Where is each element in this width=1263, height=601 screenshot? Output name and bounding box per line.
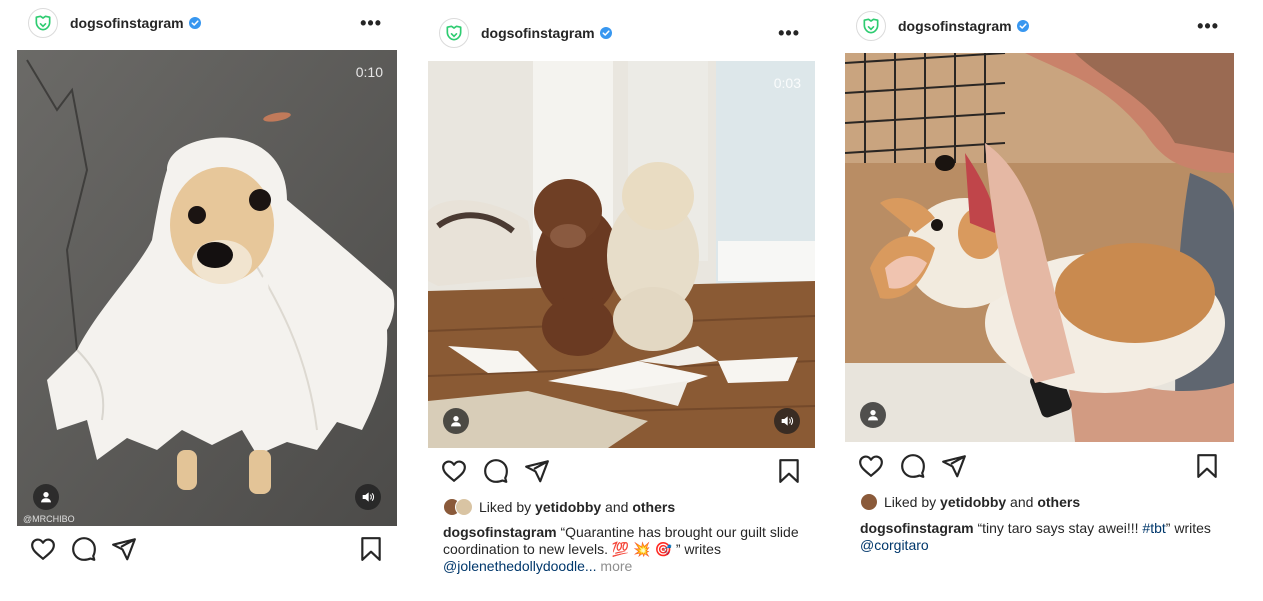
caption-text: “tiny taro says stay awei!!! [973, 520, 1143, 536]
liker-avatar [455, 498, 473, 516]
post-header: dogsofinstagram ••• [427, 18, 816, 48]
verified-badge-icon [600, 27, 612, 39]
more-options-button[interactable]: ••• [1197, 17, 1219, 35]
post-video[interactable]: 0:03 [428, 61, 815, 448]
video-timer: 0:10 [355, 64, 383, 80]
post-card-1: dogsofinstagram ••• 0:10 @MRCHIBO [16, 0, 398, 578]
dog-logo-icon [444, 23, 464, 43]
post-header: dogsofinstagram ••• [844, 11, 1235, 41]
verified-badge-icon [189, 17, 201, 29]
user-tag-icon [448, 413, 464, 429]
action-bar [427, 458, 816, 488]
caption-text-2: ” writes [1165, 520, 1211, 536]
user-tag-button[interactable] [33, 484, 59, 510]
bookmark-icon[interactable] [358, 536, 384, 562]
liked-by-user-link[interactable]: yetidobby [940, 494, 1006, 510]
user-tag-button[interactable] [443, 408, 469, 434]
post-header: dogsofinstagram ••• [16, 8, 398, 38]
paper-plane-icon[interactable] [524, 458, 550, 484]
user-tag-icon [865, 407, 881, 423]
paper-plane-icon[interactable] [941, 453, 967, 479]
comment-icon[interactable] [71, 536, 97, 562]
speaker-icon [360, 489, 376, 505]
caption-username[interactable]: dogsofinstagram [443, 524, 557, 540]
heart-icon[interactable] [441, 458, 467, 484]
more-options-button[interactable]: ••• [778, 24, 800, 42]
liked-by-others-link[interactable]: others [1037, 494, 1080, 510]
bookmark-icon[interactable] [776, 458, 802, 484]
user-tag-button[interactable] [860, 402, 886, 428]
liked-by-prefix: Liked by [884, 494, 941, 510]
more-options-button[interactable]: ••• [360, 14, 382, 32]
dog-logo-icon [33, 13, 53, 33]
likes-line: Liked by yetidobby and others [860, 493, 1080, 511]
sound-toggle-button[interactable] [355, 484, 381, 510]
bookmark-icon[interactable] [1194, 453, 1220, 479]
likes-line: Liked by yetidobby and others [443, 498, 675, 516]
username[interactable]: dogsofinstagram [898, 18, 1012, 34]
action-bar [16, 536, 398, 566]
caption-mention-link[interactable]: @corgitaro [860, 537, 929, 553]
comment-icon[interactable] [900, 453, 926, 479]
profile-avatar[interactable] [439, 18, 469, 48]
username[interactable]: dogsofinstagram [70, 15, 184, 31]
username[interactable]: dogsofinstagram [481, 25, 595, 41]
liked-by-user-link[interactable]: yetidobby [535, 499, 601, 515]
post-card-2: dogsofinstagram ••• 0:03 Liked by yetido… [427, 10, 816, 592]
corgi-puppy-image [845, 53, 1234, 442]
verified-badge-icon [1017, 20, 1029, 32]
user-tag-icon [38, 489, 54, 505]
heart-icon[interactable] [858, 453, 884, 479]
doodle-dogs-image [428, 61, 815, 448]
post-card-3: dogsofinstagram ••• Liked by yetidobby a… [844, 4, 1235, 556]
sound-toggle-button[interactable] [774, 408, 800, 434]
speaker-icon [779, 413, 795, 429]
heart-icon[interactable] [30, 536, 56, 562]
liker-avatar [860, 493, 878, 511]
video-timer: 0:03 [773, 75, 801, 91]
profile-avatar[interactable] [856, 11, 886, 41]
liker-avatars[interactable] [860, 493, 878, 511]
profile-avatar[interactable] [28, 8, 58, 38]
paper-plane-icon[interactable] [111, 536, 137, 562]
caption-username[interactable]: dogsofinstagram [860, 520, 974, 536]
post-caption: dogsofinstagram “Quarantine has brought … [443, 524, 802, 575]
post-image[interactable] [845, 53, 1234, 442]
caption-mention-link[interactable]: @jolenethedollydoodle... [443, 558, 597, 574]
liked-by-and: and [1006, 494, 1038, 510]
post-video[interactable]: 0:10 @MRCHIBO [17, 50, 397, 526]
liked-by-prefix: Liked by [479, 499, 536, 515]
post-caption: dogsofinstagram “tiny taro says stay awe… [860, 520, 1221, 554]
liked-by-others-link[interactable]: others [632, 499, 675, 515]
dog-logo-icon [861, 16, 881, 36]
action-bar [844, 453, 1235, 483]
comment-icon[interactable] [483, 458, 509, 484]
caption-more-button[interactable]: more [597, 558, 632, 574]
caption-hashtag-link[interactable]: #tbt [1142, 520, 1165, 536]
video-watermark: @MRCHIBO [23, 514, 75, 524]
liked-by-and: and [601, 499, 633, 515]
dog-ghost-image [17, 50, 397, 526]
liker-avatars[interactable] [443, 498, 473, 516]
